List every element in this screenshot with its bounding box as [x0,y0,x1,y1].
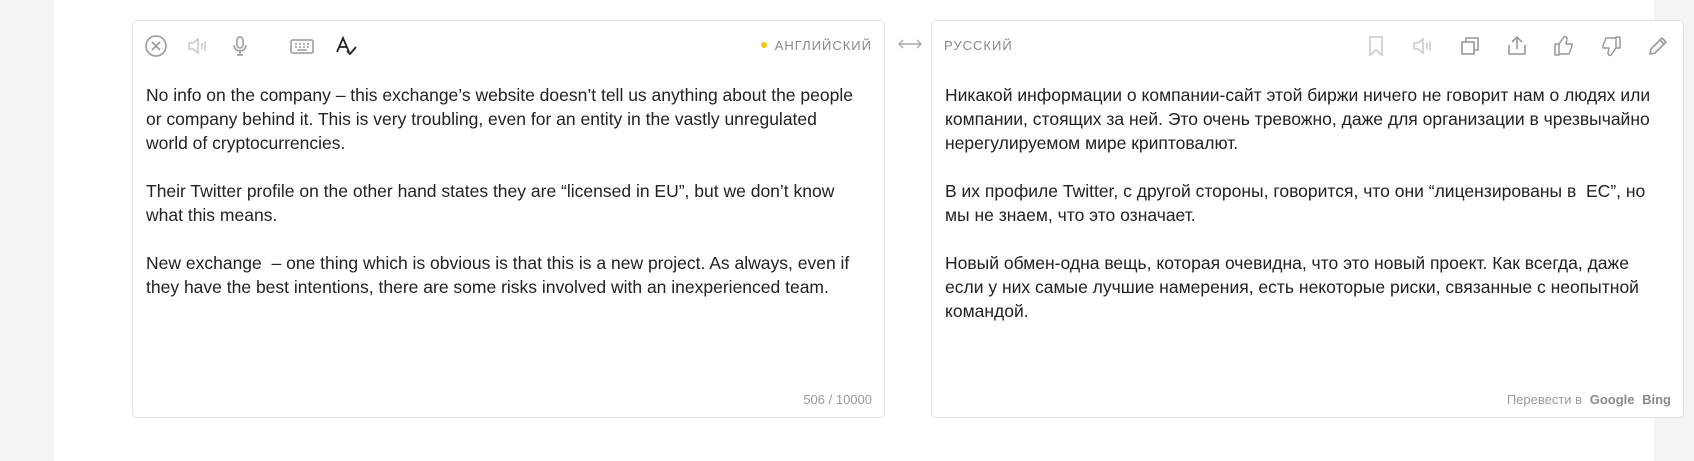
source-panel: АНГЛИЙСКИЙ No info on the company – this… [132,20,885,418]
engine-link-bing[interactable]: Bing [1642,392,1671,407]
translate-in-engines: Перевести в Google Bing [1507,392,1671,407]
target-panel: РУССКИЙ Никакой информации о компании-са… [931,20,1684,418]
translator-sheet: АНГЛИЙСКИЙ No info on the company – this… [54,0,1684,461]
copy-icon[interactable] [1456,32,1484,60]
swap-languages-icon[interactable] [896,36,924,52]
speaker-icon[interactable] [1409,32,1437,60]
translation-text: Никакой информации о компании-сайт этой … [945,83,1659,347]
spellcheck-icon[interactable] [332,32,360,60]
translate-in-label: Перевести в [1506,392,1583,407]
share-icon[interactable] [1503,32,1531,60]
source-language-label: АНГЛИЙСКИЙ [774,38,872,53]
source-language[interactable]: АНГЛИЙСКИЙ [760,38,872,53]
translation-paragraph: Никакой информации о компании-сайт этой … [945,85,1655,153]
source-toolbar: АНГЛИЙСКИЙ [133,21,884,71]
engine-link-google[interactable]: Google [1590,392,1635,407]
target-toolbar: РУССКИЙ [932,21,1683,71]
keyboard-icon[interactable] [288,32,316,60]
active-language-dot [760,42,767,48]
bookmark-icon[interactable] [1362,32,1390,60]
thumbs-up-icon[interactable] [1550,32,1578,60]
speaker-icon[interactable] [184,32,212,60]
character-counter: 506 / 10000 [803,392,872,407]
source-text[interactable]: No info on the company – this exchange’s… [146,83,860,323]
translation-paragraph: В их профиле Twitter, с другой стороны, … [945,181,1651,225]
thumbs-down-icon[interactable] [1597,32,1625,60]
target-language[interactable]: РУССКИЙ [944,38,1013,53]
source-paragraph: New exchange – one thing which is obviou… [146,253,855,297]
translation-paragraph: Новый обмен-одна вещь, которая очевидна,… [945,253,1644,321]
source-paragraph: Their Twitter profile on the other hand … [146,181,840,225]
clear-icon[interactable] [142,32,170,60]
source-paragraph: No info on the company – this exchange’s… [146,85,858,153]
edit-icon[interactable] [1644,32,1672,60]
microphone-icon[interactable] [226,32,254,60]
